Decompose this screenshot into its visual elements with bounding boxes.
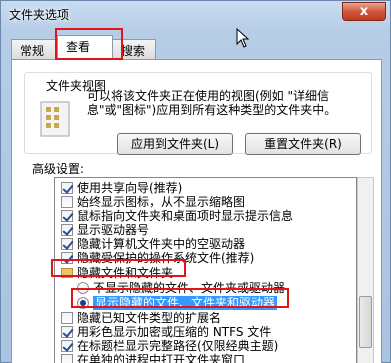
setting-label: 在标题栏显示完整路径(仅限经典主题) (77, 339, 279, 353)
checkbox[interactable] (61, 326, 73, 338)
setting-label: 显示驱动器号 (77, 223, 150, 237)
checkbox[interactable] (61, 196, 73, 208)
setting-label: 隐藏计算机文件夹中的空驱动器 (77, 237, 246, 251)
folder-view-group: 文件夹视图 可以将该文件夹正在使用的视图(例如 "详细信息"或"图标")应用到所… (24, 72, 372, 155)
folder-view-icon (40, 101, 70, 137)
setting-label: 鼠标指向文件夹和桌面项时显示提示信息 (77, 209, 294, 223)
close-icon: x (359, 4, 369, 19)
close-button[interactable]: x (342, 2, 386, 21)
setting-label: 显示隐藏的文件、文件夹和驱动器 (93, 296, 278, 310)
tab-search-label: 搜索 (121, 44, 146, 58)
tab-search[interactable]: 搜索 (112, 39, 156, 59)
tab-general[interactable]: 常规 (11, 39, 57, 59)
setting-label: 使用共享向导(推荐) (77, 181, 183, 195)
apply-to-folders-button[interactable]: 应用到文件夹(L) (117, 133, 233, 155)
setting-label: 在单独的进程中打开文件夹窗口 (77, 353, 246, 363)
view-tab-panel: 文件夹视图 可以将该文件夹正在使用的视图(例如 "详细信息"或"图标")应用到所… (11, 59, 382, 363)
reset-folders-button[interactable]: 重置文件夹(R) (245, 133, 361, 155)
radio-button[interactable] (77, 297, 89, 309)
setting-label: 用彩色显示加密或压缩的 NTFS 文件 (77, 325, 272, 339)
checkbox[interactable] (61, 354, 73, 363)
checkbox[interactable] (61, 252, 73, 264)
folder-icon (61, 268, 73, 278)
setting-label: 隐藏受保护的操作系统文件(推荐) (77, 251, 255, 265)
folder-view-description: 可以将该文件夹正在使用的视图(例如 "详细信息"或"图标")应用到所有这种类型的… (87, 89, 337, 117)
advanced-settings-tree[interactable]: 使用共享向导(推荐) 始终显示图标，从不显示缩略图 鼠标指向文件夹和桌面项时显示… (54, 177, 357, 363)
checkbox[interactable] (61, 182, 73, 194)
tree-scrollbar[interactable] (357, 177, 374, 363)
window-title: 文件夹选项 (9, 8, 70, 22)
checkbox[interactable] (61, 340, 73, 352)
setting-label: 隐藏文件和文件夹 (77, 266, 174, 280)
tab-general-label: 常规 (20, 44, 45, 58)
setting-label: 不显示隐藏的文件、文件夹或驱动器 (93, 281, 286, 295)
advanced-settings-label: 高级设置: (32, 162, 85, 176)
mouse-cursor-icon (236, 28, 250, 48)
title-bar[interactable]: 文件夹选项 x (1, 1, 391, 27)
setting-label: 始终显示图标，从不显示缩略图 (77, 195, 246, 209)
tab-view-label: 查看 (66, 40, 91, 54)
checkbox[interactable] (61, 238, 73, 250)
checkbox[interactable] (61, 312, 73, 324)
tab-view[interactable]: 查看 (57, 35, 113, 60)
checkbox[interactable] (61, 210, 73, 222)
folder-options-window: 文件夹选项 x 常规 查看 搜索 文件夹视图 可以将该文件夹正在使用的视图(例如… (0, 0, 391, 363)
radio-button[interactable] (77, 282, 89, 294)
scrollbar-thumb[interactable] (359, 296, 372, 348)
setting-label: 隐藏已知文件类型的扩展名 (77, 311, 222, 325)
checkbox[interactable] (61, 224, 73, 236)
